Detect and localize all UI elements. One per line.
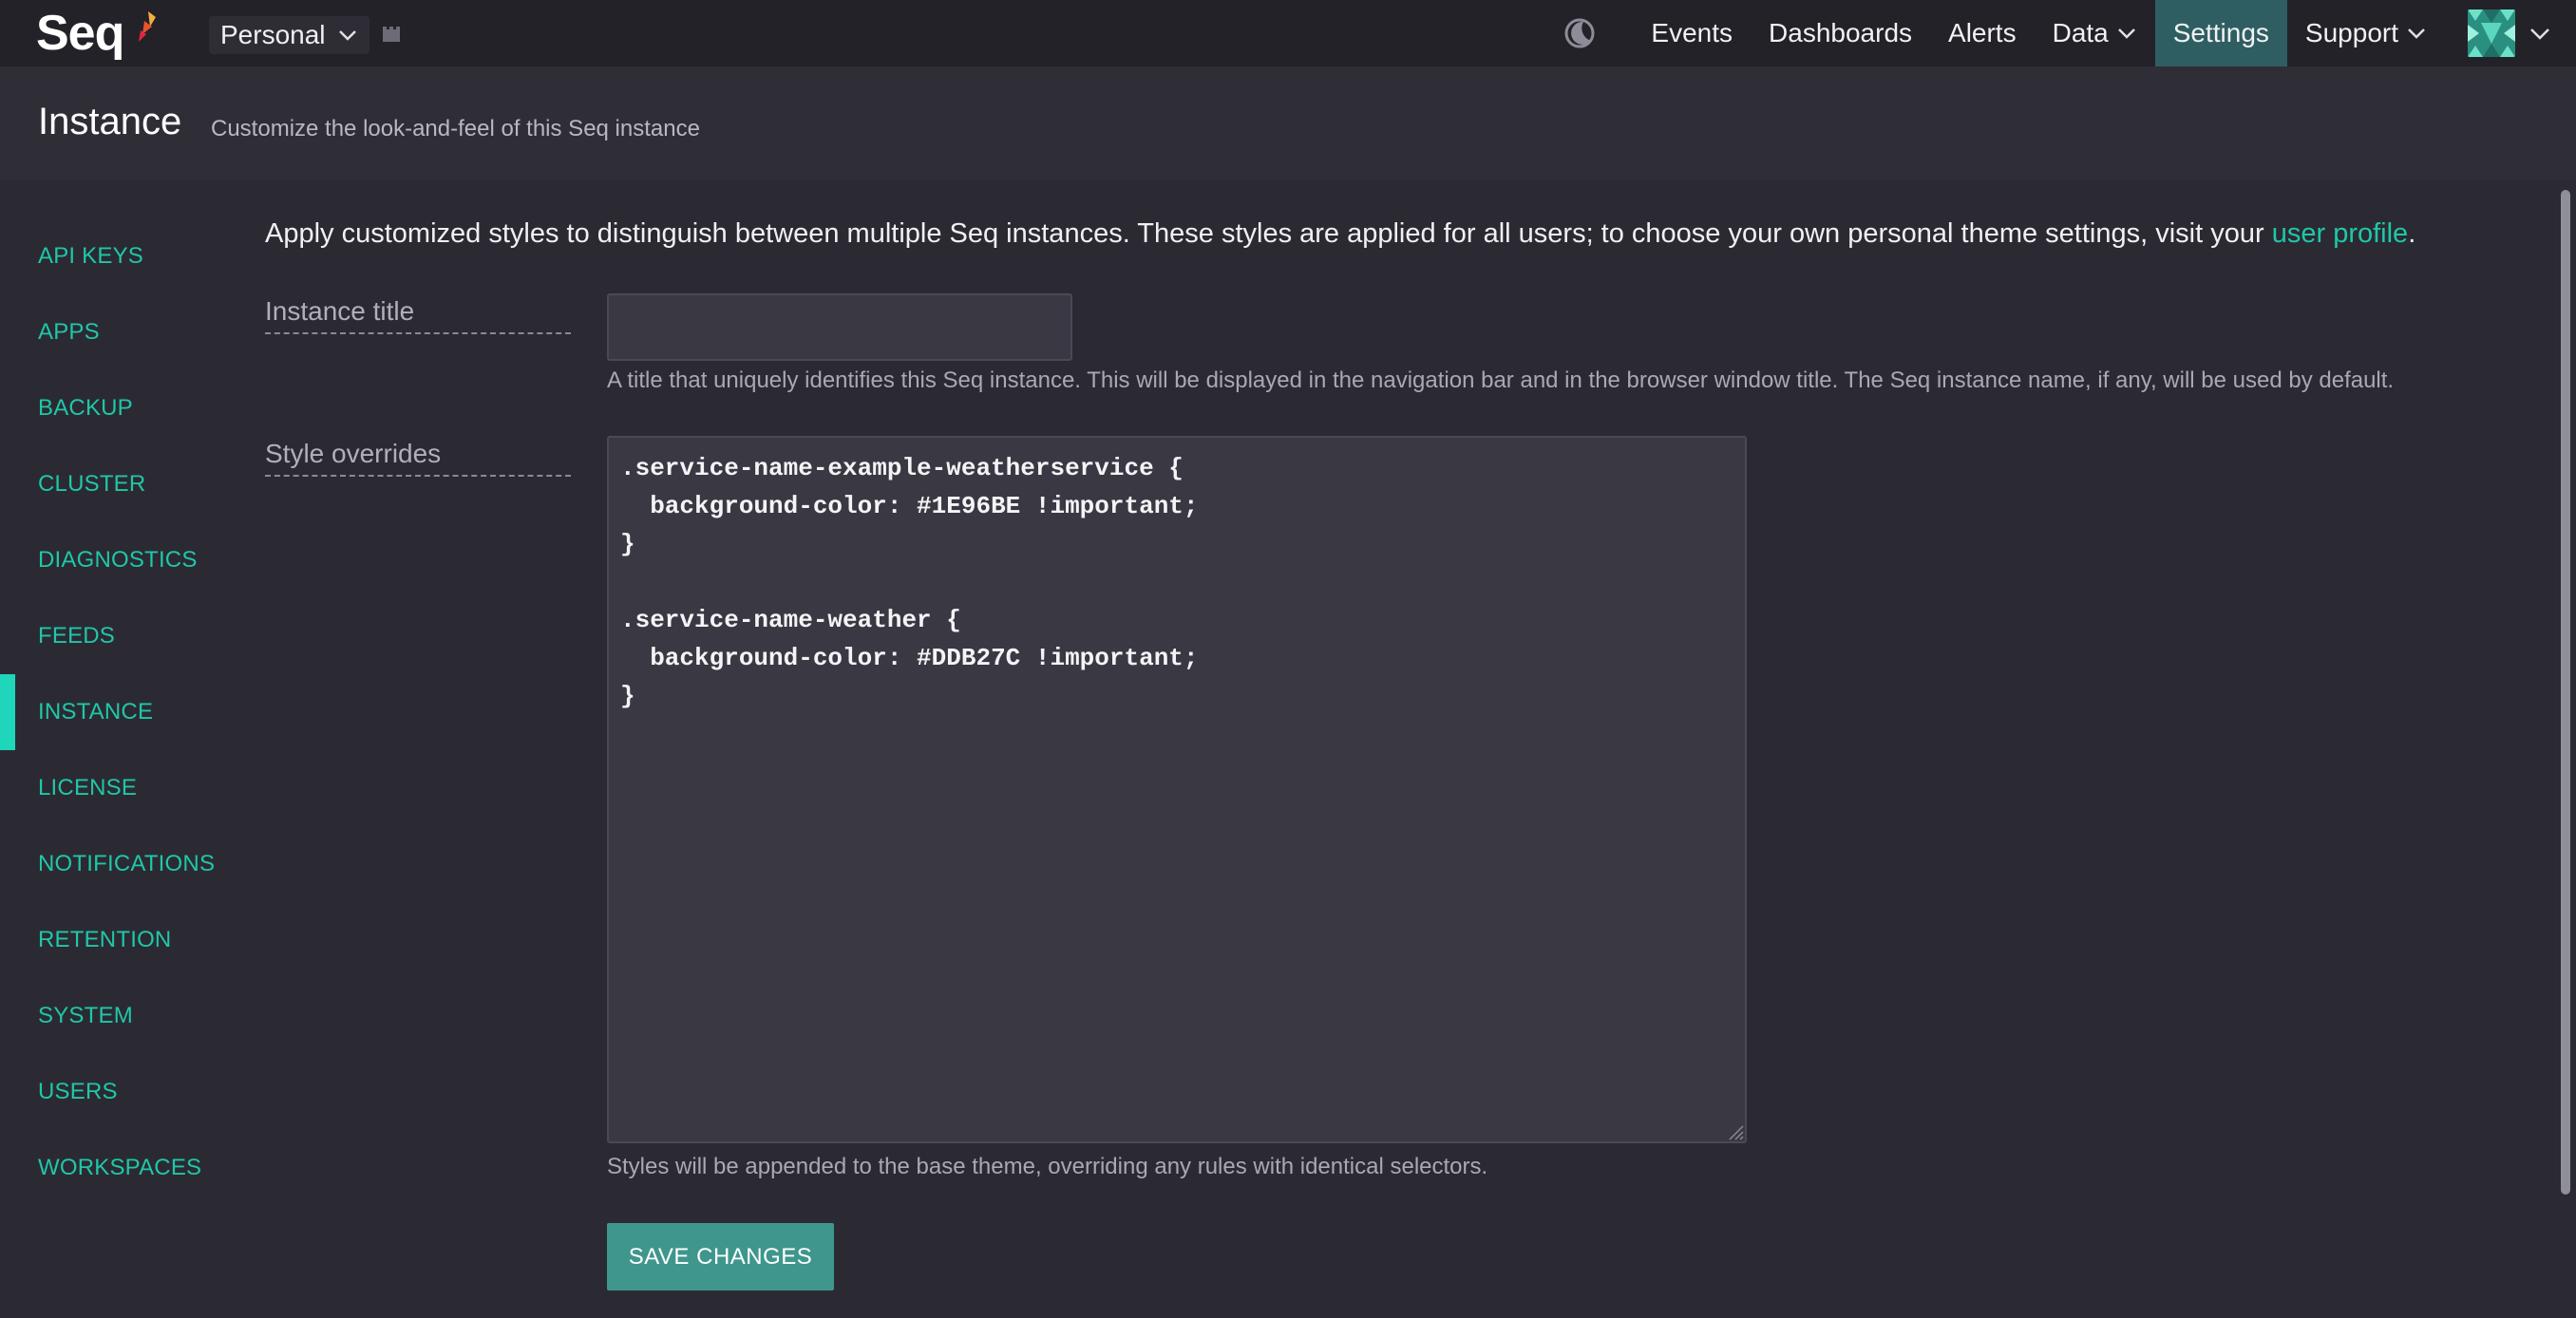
sidebar-item-retention[interactable]: RETENTION [0,902,237,978]
style-overrides-textarea[interactable] [607,436,1747,1143]
user-menu[interactable] [2445,0,2576,66]
sidebar-item-users[interactable]: USERS [0,1054,237,1130]
nav-alerts-label: Alerts [1948,18,2017,47]
nav-settings[interactable]: Settings [2154,0,2287,66]
nav-support[interactable]: Support [2287,0,2445,66]
nav-data[interactable]: Data [2035,0,2155,66]
seq-flame-icon [139,11,156,42]
sidebar-item-backup[interactable]: BACKUP [0,370,237,446]
nav-dashboards[interactable]: Dashboards [1751,0,1930,66]
sidebar-item-notifications[interactable]: NOTIFICATIONS [0,826,237,902]
style-overrides-label: Style overrides [265,439,571,477]
moon-icon[interactable] [1563,16,1597,50]
page-header: Instance Customize the look-and-feel of … [0,66,2576,180]
intro-text: Apply customized styles to distinguish b… [265,218,2545,250]
intro-end: . [2408,218,2416,249]
sidebar-item-workspaces[interactable]: WORKSPACES [0,1130,237,1206]
workspace-castle-icon[interactable] [380,23,403,46]
nav-events-label: Events [1651,18,1733,47]
page-title: Instance [38,101,182,142]
nav-alerts[interactable]: Alerts [1930,0,2035,66]
sidebar-item-apps[interactable]: APPS [0,294,237,370]
chevron-down-icon [2408,28,2425,39]
instance-title-help: A title that uniquely identifies this Se… [607,367,2395,393]
nav-data-label: Data [2052,18,2109,47]
sidebar-item-system[interactable]: SYSTEM [0,978,237,1054]
user-profile-link[interactable]: user profile [2272,218,2408,249]
nav-dashboards-label: Dashboards [1769,18,1913,47]
top-navigation-bar: Seq Personal Events Dashboards Alerts Da… [0,0,2576,66]
identicon-avatar [2468,9,2515,57]
settings-sidebar: API KEYS APPS BACKUP CLUSTER DIAGNOSTICS… [0,218,237,1206]
nav-events[interactable]: Events [1633,0,1751,66]
nav-support-label: Support [2304,18,2398,47]
sidebar-item-api-keys[interactable]: API KEYS [0,218,237,294]
seq-logo[interactable]: Seq [36,4,124,63]
page-scrollbar[interactable] [2561,190,2570,1195]
instance-title-label: Instance title [265,296,571,334]
sidebar-item-cluster[interactable]: CLUSTER [0,446,237,522]
main-nav: Events Dashboards Alerts Data Settings S… [1563,0,2576,66]
page-subtitle: Customize the look-and-feel of this Seq … [211,116,700,141]
chevron-down-icon [338,30,356,41]
sidebar-item-instance[interactable]: INSTANCE [0,674,237,750]
sidebar-item-diagnostics[interactable]: DIAGNOSTICS [0,522,237,598]
style-overrides-help: Styles will be appended to the base them… [607,1154,1488,1179]
workspace-label: Personal [220,20,326,49]
sidebar-item-license[interactable]: LICENSE [0,750,237,826]
instance-title-input[interactable] [607,293,1072,361]
chevron-down-icon [2530,28,2549,40]
intro-body: Apply customized styles to distinguish b… [265,218,2272,249]
logo-text: Seq [36,6,124,61]
sidebar-item-feeds[interactable]: FEEDS [0,598,237,674]
resize-grip-icon[interactable] [1727,1123,1744,1140]
nav-settings-label: Settings [2172,18,2269,47]
workspace-selector[interactable]: Personal [209,16,369,54]
chevron-down-icon [2117,28,2135,39]
save-changes-button[interactable]: SAVE CHANGES [607,1223,834,1290]
